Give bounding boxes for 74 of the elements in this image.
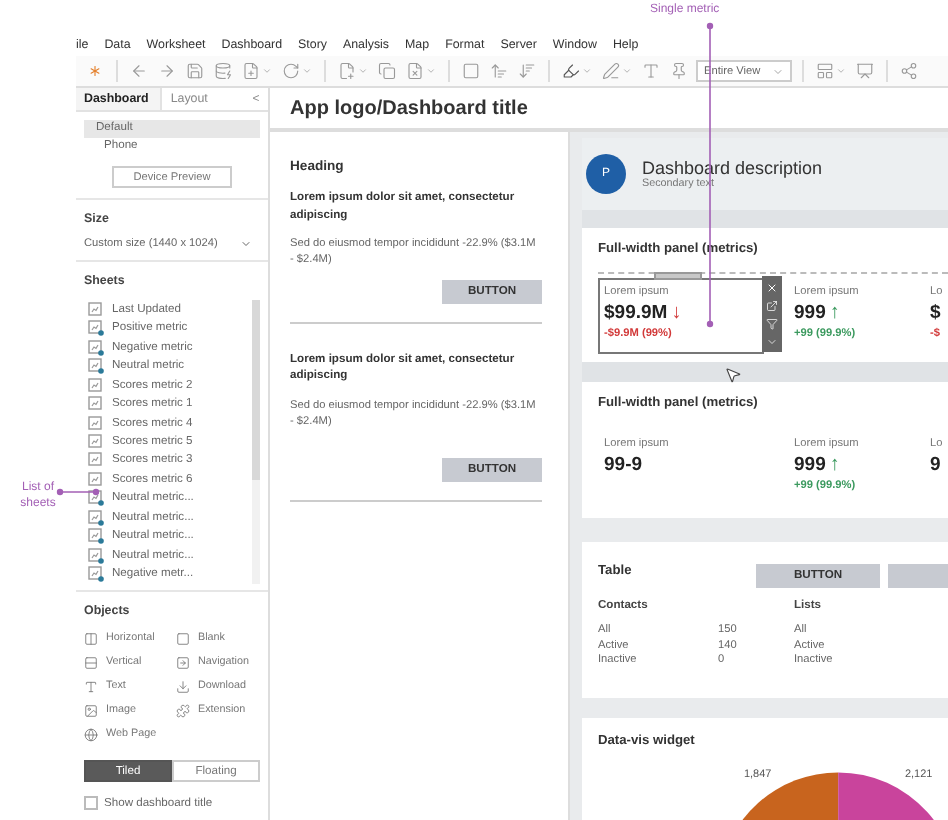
caret-icon xyxy=(240,238,252,250)
metric-value: $99.9M xyxy=(604,302,668,324)
trend-arrow: ↓ xyxy=(671,303,682,323)
new-sheet-icon xyxy=(338,62,356,80)
toolbar-button[interactable] xyxy=(280,59,314,83)
sort-descending-icon xyxy=(518,62,536,80)
trend-arrow: ↑ xyxy=(829,455,840,475)
caret-icon xyxy=(582,66,592,76)
caret-icon xyxy=(622,66,632,76)
toolbar-button[interactable] xyxy=(814,59,848,83)
toolbar-button[interactable] xyxy=(240,59,274,83)
clear-sheet-icon xyxy=(406,62,424,80)
horizontal-icon xyxy=(84,631,98,645)
dashboard-title: App logo/Dashboard title xyxy=(270,88,948,132)
caret-icon xyxy=(426,66,436,76)
toolbar-button[interactable] xyxy=(488,59,510,83)
drag-handle[interactable] xyxy=(654,272,702,280)
checkbox[interactable] xyxy=(84,796,98,810)
pen-icon xyxy=(602,62,620,80)
web-icon xyxy=(84,727,98,741)
toolbar-button[interactable] xyxy=(560,59,594,83)
metric-value: 999 xyxy=(794,454,826,476)
external-link-icon xyxy=(766,299,778,311)
extension-icon xyxy=(176,703,190,717)
caret-icon xyxy=(302,66,312,76)
toolbar-button[interactable] xyxy=(156,59,178,83)
metric-value: 99-9 xyxy=(604,454,643,476)
back-icon xyxy=(130,62,148,80)
blank-icon xyxy=(176,631,190,645)
toolbar-button[interactable] xyxy=(128,59,150,83)
logo-icon xyxy=(86,62,104,80)
square-icon xyxy=(462,62,480,80)
metric-value: 9 xyxy=(930,454,941,476)
toolbar-button[interactable] xyxy=(376,59,398,83)
navigation-icon xyxy=(176,655,190,669)
toolbar-button[interactable] xyxy=(898,59,920,83)
toolbar-button[interactable] xyxy=(668,59,690,83)
sort-ascending-icon xyxy=(490,62,508,80)
toolbar-button[interactable] xyxy=(212,59,234,83)
pin-icon xyxy=(670,62,688,80)
metric-value: $ xyxy=(930,302,941,324)
download-icon xyxy=(176,679,190,693)
trend-arrow: ↑ xyxy=(829,303,840,323)
forward-icon xyxy=(158,62,176,80)
leader-line xyxy=(56,486,100,498)
toolbar-button[interactable] xyxy=(854,59,876,83)
caret-icon xyxy=(358,66,368,76)
toolbar-button[interactable] xyxy=(404,59,438,83)
toolbar-button[interactable] xyxy=(184,59,206,83)
metric-value: 999 xyxy=(794,302,826,324)
caret-icon xyxy=(262,66,272,76)
data-source-icon xyxy=(214,62,232,80)
save-icon xyxy=(186,62,204,80)
toolbar-button[interactable] xyxy=(600,59,634,83)
refresh-icon xyxy=(282,62,300,80)
duplicate-icon xyxy=(378,62,396,80)
toolbar-button[interactable] xyxy=(516,59,538,83)
document-plus-icon xyxy=(242,62,260,80)
text-icon xyxy=(84,679,98,693)
cards-icon xyxy=(816,62,834,80)
filter-icon xyxy=(766,317,778,329)
toolbar-button[interactable] xyxy=(460,59,482,83)
caret-icon xyxy=(836,66,846,76)
presentation-icon xyxy=(856,62,874,80)
close-icon xyxy=(766,281,778,293)
highlighter-icon xyxy=(562,62,580,80)
text-icon xyxy=(642,62,660,80)
caret-icon xyxy=(766,335,778,347)
scrollbar-thumb[interactable] xyxy=(252,300,260,480)
caret-icon xyxy=(772,65,784,77)
vertical-icon xyxy=(84,655,98,669)
toolbar-button[interactable] xyxy=(336,59,370,83)
image-icon xyxy=(84,703,98,717)
share-icon xyxy=(900,62,918,80)
